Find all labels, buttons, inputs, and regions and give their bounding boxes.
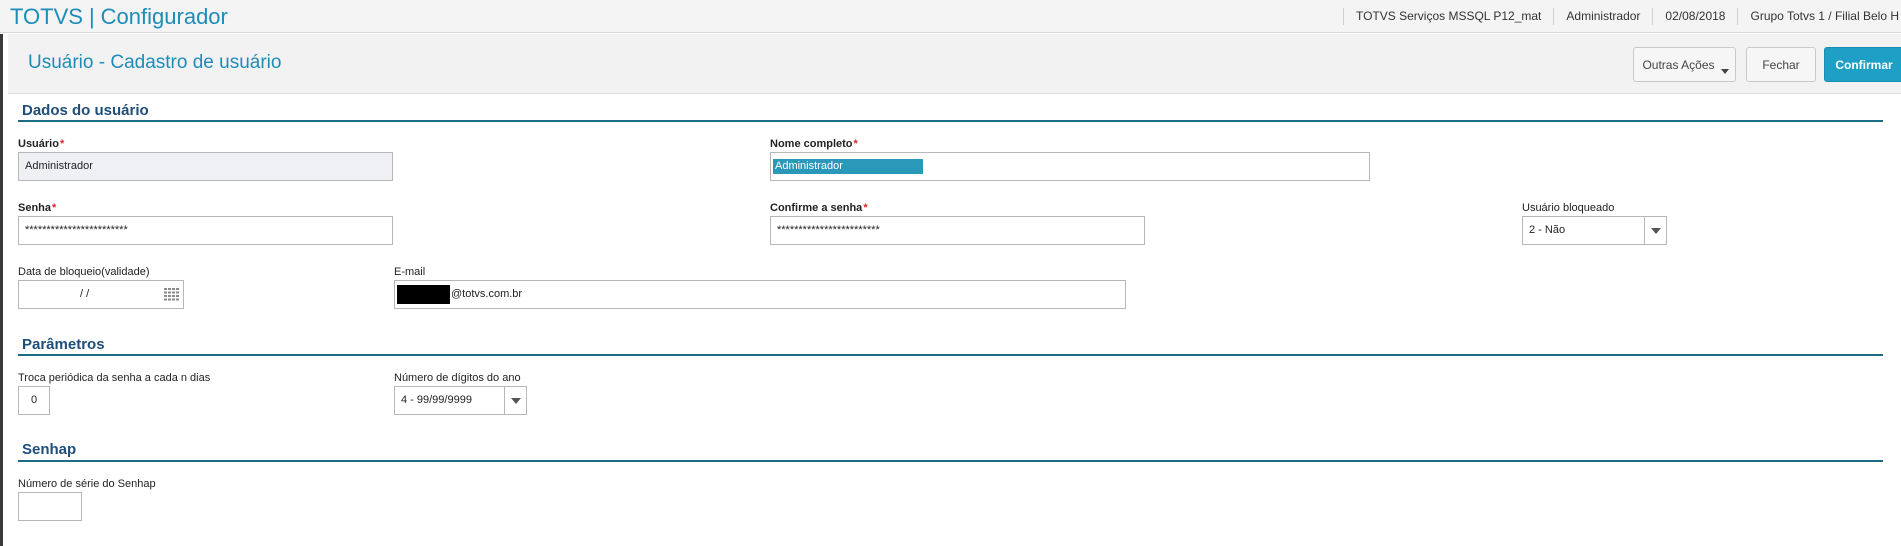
full-name-value: Administrador <box>773 158 923 174</box>
chevron-down-icon[interactable] <box>504 387 526 414</box>
email-field[interactable]: @totvs.com.br <box>394 280 1126 309</box>
left-edge-rule <box>0 34 3 546</box>
confirm-password-label: Confirme a senha* <box>770 202 868 214</box>
senhap-serial-field[interactable] <box>18 492 82 521</box>
password-change-days-label: Troca periódica da senha a cada n dias <box>18 372 211 384</box>
top-bar: TOTVS | Configurador TOTVS Serviços MSSQL … <box>0 0 1901 33</box>
session-info: TOTVS Serviços MSSQL P12_mat Administrad… <box>1342 0 1901 33</box>
year-digits-value: 4 - 99/99/9999 <box>401 394 472 406</box>
senhap-serial-label: Número de série do Senhap <box>18 478 156 490</box>
username-label: Usuário* <box>18 138 65 150</box>
brand-name: TOTVS <box>10 4 83 29</box>
username-field[interactable]: Administrador <box>18 152 393 181</box>
app-name: Configurador <box>100 4 228 29</box>
section-divider <box>18 120 1883 122</box>
user-blocked-select[interactable]: 2 - Não <box>1522 216 1667 245</box>
branch-label[interactable]: Grupo Totvs 1 / Filial Belo H <box>1737 8 1901 25</box>
full-name-label: Nome completo* <box>770 138 858 150</box>
date-label[interactable]: 02/08/2018 <box>1652 8 1737 25</box>
full-name-field[interactable]: Administrador <box>770 152 1370 181</box>
section-title-senhap: Senhap <box>22 441 77 458</box>
password-label: Senha* <box>18 202 57 214</box>
password-field[interactable]: ************************ <box>18 216 393 245</box>
page-header: Usuário - Cadastro de usuário Outras Açõ… <box>8 34 1901 94</box>
calendar-icon[interactable] <box>164 288 179 301</box>
year-digits-select[interactable]: 4 - 99/99/9999 <box>394 386 527 415</box>
environment-label[interactable]: TOTVS Serviços MSSQL P12_mat <box>1342 8 1553 25</box>
page-title: Usuário - Cadastro de usuário <box>28 52 282 73</box>
block-date-label: Data de bloqueio(validade) <box>18 266 150 278</box>
confirm-button[interactable]: Confirmar <box>1824 47 1901 82</box>
chevron-down-icon[interactable] <box>1644 217 1666 244</box>
close-button[interactable]: Fechar <box>1746 47 1816 82</box>
section-title-user-data: Dados do usuário <box>22 102 149 119</box>
year-digits-label: Número de dígitos do ano <box>394 372 521 384</box>
brand-separator: | <box>88 4 95 29</box>
app-brand: TOTVS | Configurador <box>10 4 228 30</box>
email-value: @totvs.com.br <box>451 288 523 300</box>
section-divider <box>18 354 1883 356</box>
user-blocked-value: 2 - Não <box>1529 224 1566 236</box>
chevron-down-icon <box>1721 69 1729 74</box>
confirm-password-field[interactable]: ************************ <box>770 216 1145 245</box>
password-change-days-field[interactable]: 0 <box>18 386 50 415</box>
more-actions-button[interactable]: Outras Ações <box>1633 47 1736 82</box>
more-actions-label: Outras Ações <box>1642 57 1715 72</box>
section-divider <box>18 460 1883 462</box>
redacted-block <box>397 284 450 304</box>
block-date-field[interactable]: / / <box>18 280 184 309</box>
user-label[interactable]: Administrador <box>1553 8 1652 25</box>
email-label: E-mail <box>394 266 426 278</box>
user-blocked-label: Usuário bloqueado <box>1522 202 1615 214</box>
block-date-value: / / <box>80 288 90 300</box>
section-title-parameters: Parâmetros <box>22 336 105 353</box>
